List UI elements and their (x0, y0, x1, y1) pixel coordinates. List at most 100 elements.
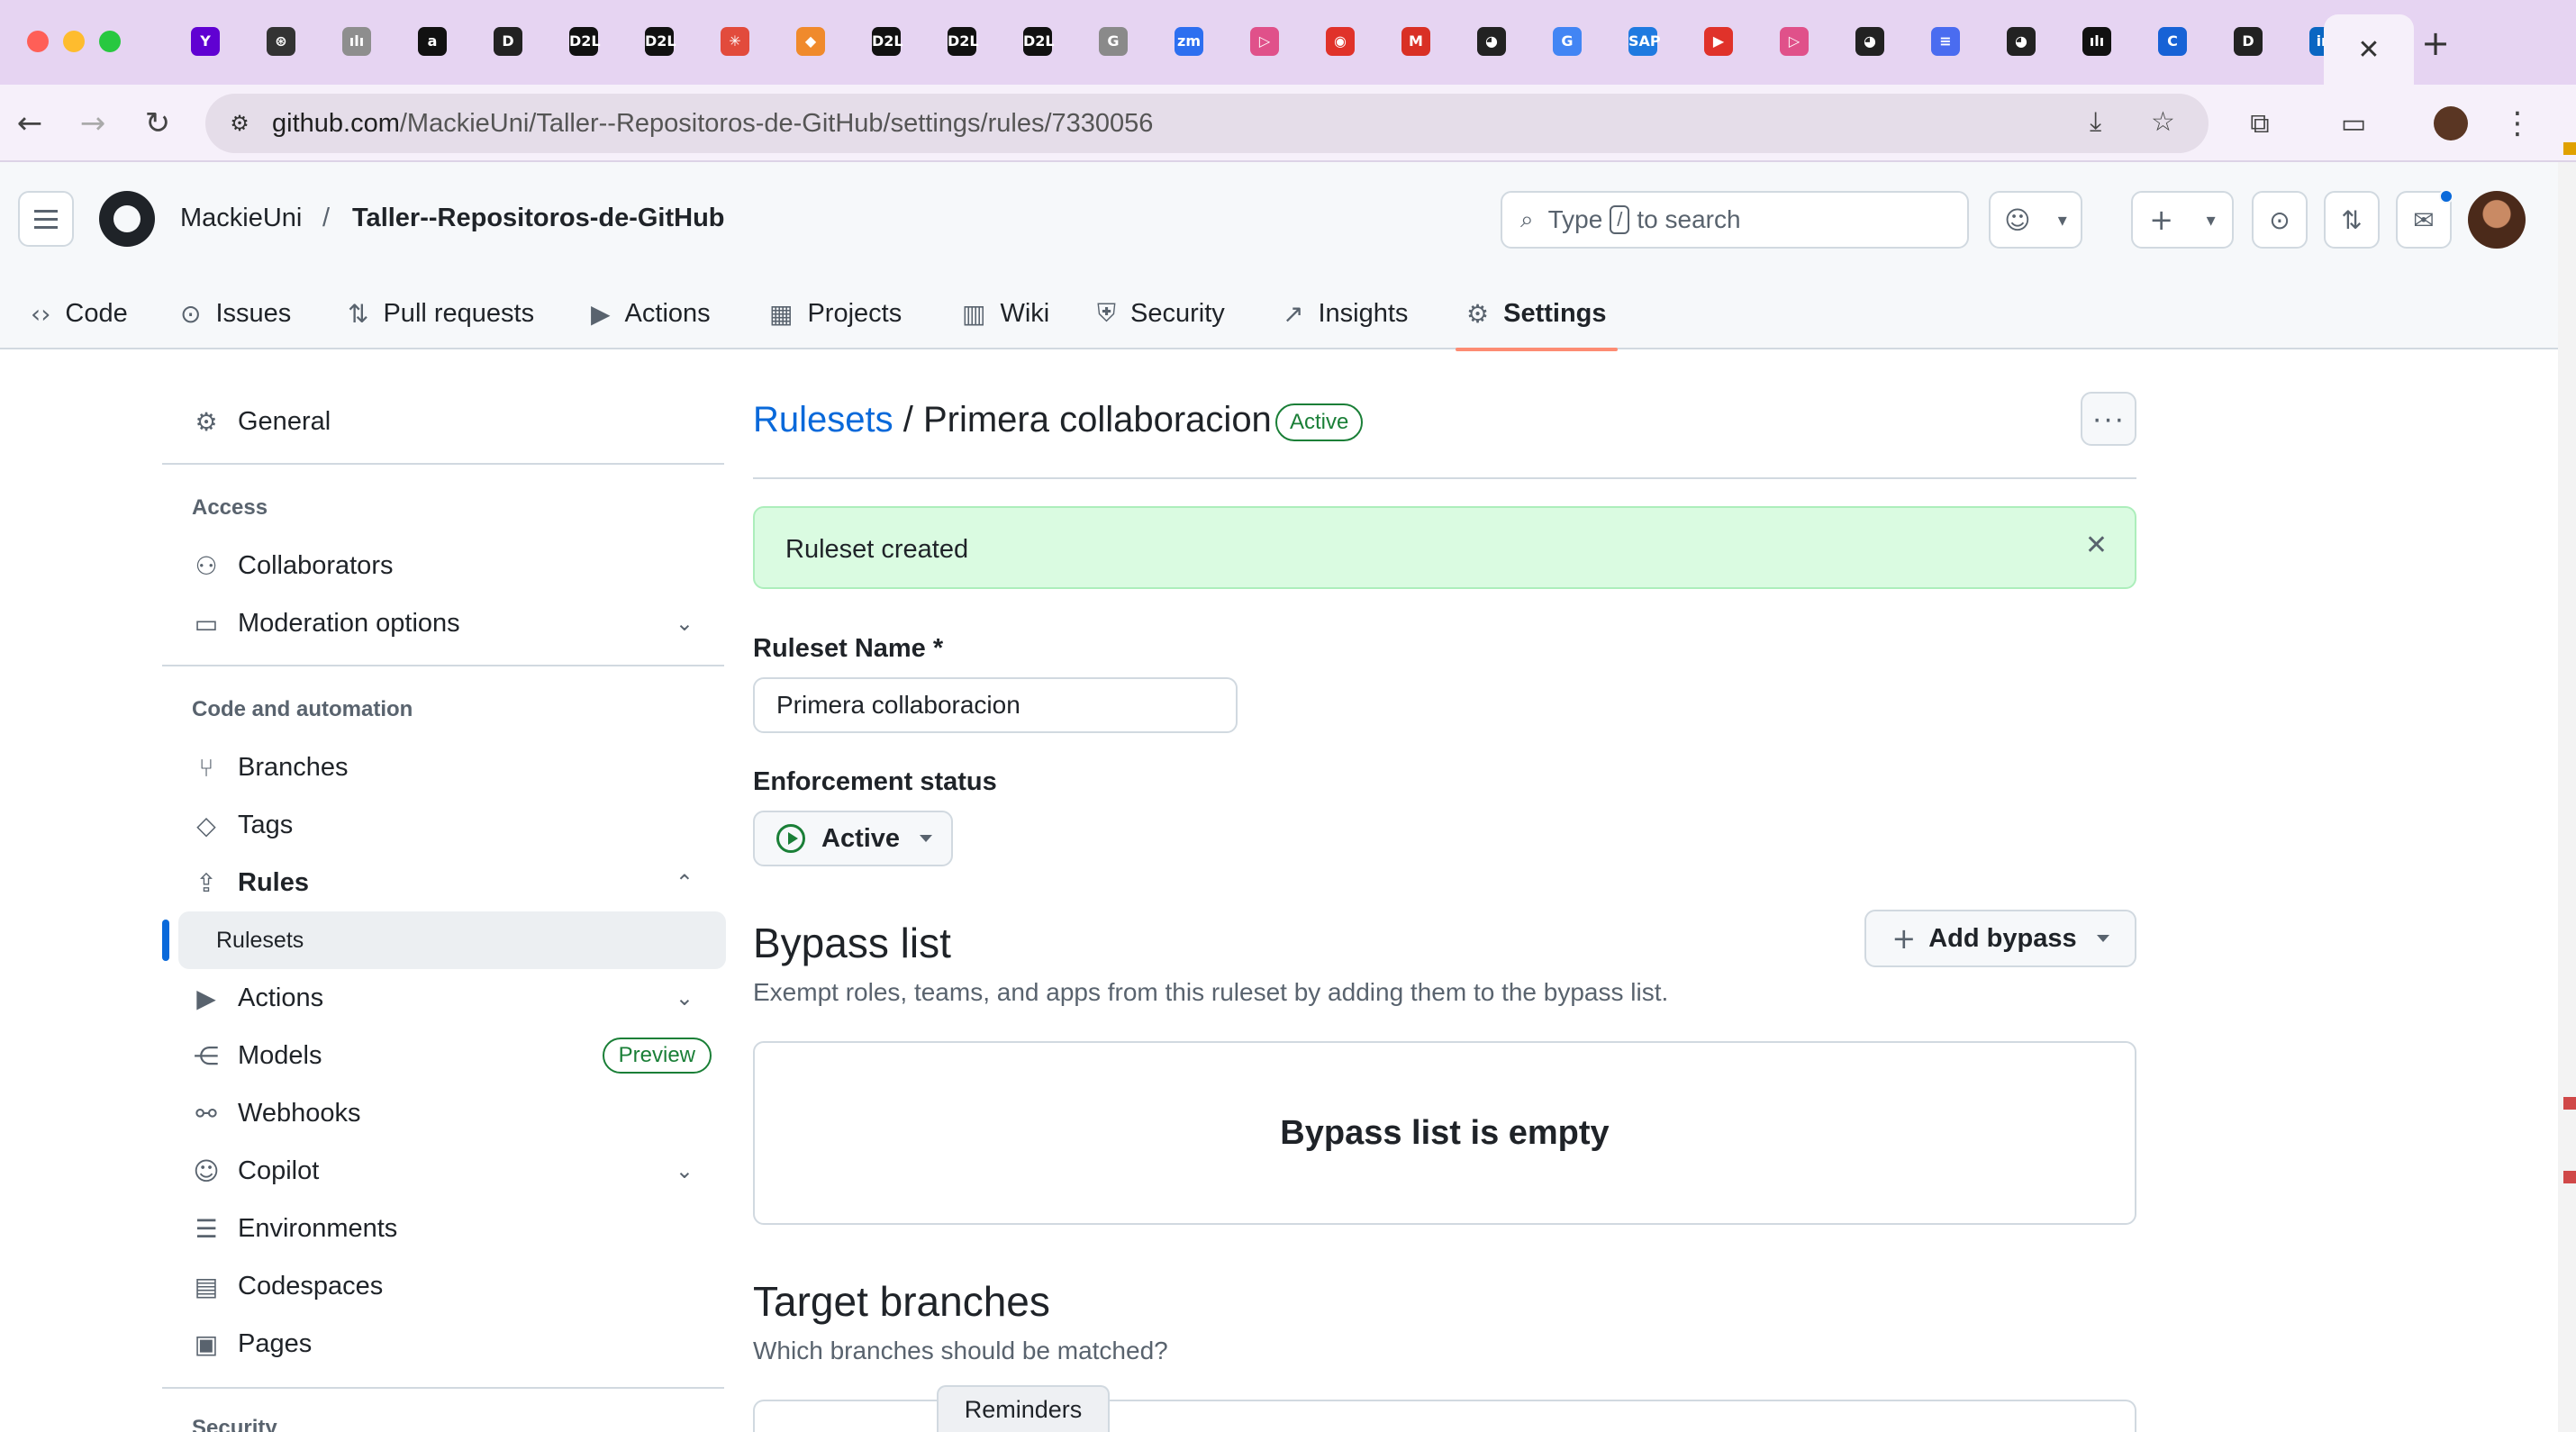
sidebar-item-rulesets[interactable]: Rulesets (178, 911, 726, 969)
tab-settings[interactable]: ⚙ Settings (1456, 277, 1617, 351)
repo-owner-link[interactable]: MackieUni (180, 204, 302, 233)
browser-tab[interactable]: D2L (621, 20, 697, 63)
browser-tab[interactable]: ◕ (1832, 20, 1908, 63)
sidebar-item-actions[interactable]: ▶ Actions ⌄ (162, 971, 724, 1025)
browser-tab[interactable]: C (2135, 20, 2210, 63)
browser-tab[interactable]: ılı (319, 20, 395, 63)
sap-icon: SAP (1628, 27, 1661, 56)
sidebar-item-copilot[interactable]: ☺ Copilot ⌄ (162, 1144, 724, 1198)
browser-tab[interactable]: D2L (1000, 20, 1075, 63)
issues-icon-button[interactable]: ⊙ (2252, 191, 2308, 249)
browser-tab[interactable]: zm (1151, 20, 1227, 63)
tab-code[interactable]: ‹› Code (31, 277, 128, 349)
profile-avatar[interactable] (2428, 101, 2473, 146)
tab-insights[interactable]: ↗ Insights (1283, 277, 1408, 349)
address-bar[interactable]: ⚙ github.com/MackieUni/Taller--Repositor… (205, 94, 2209, 153)
minimize-window-button[interactable] (63, 31, 85, 52)
hamburger-menu-button[interactable] (18, 191, 74, 247)
user-avatar[interactable] (2468, 191, 2526, 249)
browser-tab[interactable]: D2L (924, 20, 1000, 63)
sidebar-item-models[interactable]: ⋲ Models Preview (162, 1029, 724, 1083)
browser-menu-icon[interactable]: ⋮ (2495, 101, 2540, 146)
bookmark-star-icon[interactable]: ☆ (2151, 106, 2175, 138)
pull-requests-icon-button[interactable]: ⇅ (2324, 191, 2380, 249)
browser-tab[interactable]: M (1378, 20, 1454, 63)
close-tab-icon[interactable]: ✕ (2357, 34, 2380, 66)
sidebar-item-webhooks[interactable]: ⚯ Webhooks (162, 1086, 724, 1140)
browser-tab[interactable]: ◆ (773, 20, 848, 63)
search-input[interactable]: ⌕ Type / to search (1501, 191, 1969, 249)
extensions-icon[interactable]: ⧉ (2237, 101, 2282, 146)
add-bypass-button[interactable]: + Add bypass (1864, 910, 2136, 967)
browser-tab[interactable]: D2L (848, 20, 924, 63)
url-path: /MackieUni/Taller--Repositoros-de-GitHub… (399, 109, 1154, 138)
title-divider (753, 477, 2136, 479)
tab-projects[interactable]: ▦ Projects (769, 277, 902, 349)
sidebar-item-pages[interactable]: ▣ Pages (162, 1317, 724, 1371)
browser-tab[interactable]: ▷ (1756, 20, 1832, 63)
browser-tab[interactable]: ılı (2059, 20, 2135, 63)
repo-name-link[interactable]: Taller--Repositoros-de-GitHub (352, 204, 725, 233)
page-scrollbar[interactable] (2558, 162, 2576, 1432)
sidebar-item-environments[interactable]: ☰ Environments (162, 1201, 724, 1255)
back-button[interactable]: ← (7, 101, 52, 146)
browser-tab[interactable]: D2L (546, 20, 621, 63)
tab-wiki[interactable]: ▥ Wiki (962, 277, 1049, 349)
active-item-marker (162, 920, 169, 961)
tag-icon: ◇ (196, 810, 216, 840)
browser-tab[interactable]: SAP (1605, 20, 1681, 63)
gmail-icon: M (1401, 27, 1430, 56)
browser-tab[interactable]: ⊛ (243, 20, 319, 63)
close-icon[interactable]: ✕ (2085, 530, 2108, 561)
maximize-window-button[interactable] (99, 31, 121, 52)
tab-issues[interactable]: ⊙ Issues (180, 277, 291, 349)
browser-tab[interactable]: ◕ (1454, 20, 1529, 63)
url-text[interactable]: github.com/MackieUni/Taller--Repositoros… (272, 109, 1153, 139)
close-window-button[interactable] (27, 31, 49, 52)
enforcement-status-dropdown[interactable]: Active (753, 811, 953, 866)
tab-label: Wiki (1000, 298, 1050, 328)
sidebar-item-branches[interactable]: ⑂ Branches (162, 740, 724, 794)
sidebar-item-general[interactable]: ⚙ General (162, 394, 724, 449)
sidebar-item-label: General (238, 406, 331, 436)
play-circle-icon: ▶ (591, 298, 611, 329)
page-title: Rulesets / Primera collaboracion (753, 400, 1272, 440)
browser-tab[interactable]: ≡ (1908, 20, 1983, 63)
create-new-button[interactable]: + ▾ (2131, 191, 2234, 249)
browser-tab[interactable]: ▶ (1681, 20, 1756, 63)
sidebar-item-tags[interactable]: ◇ Tags (162, 798, 724, 852)
browser-tab[interactable]: a (395, 20, 470, 63)
browser-tab[interactable]: D (470, 20, 546, 63)
more-options-button[interactable]: ··· (2081, 392, 2136, 446)
browser-tab[interactable]: ◕ (1983, 20, 2059, 63)
browser-tab[interactable]: G (1075, 20, 1151, 63)
tab-pull-requests[interactable]: ⇅ Pull requests (348, 277, 534, 349)
sidebar-divider (162, 463, 724, 465)
browser-tab[interactable]: ▷ (1227, 20, 1302, 63)
active-tab[interactable]: ✕ (2324, 14, 2414, 85)
reminders-tab[interactable]: Reminders (937, 1385, 1110, 1432)
tab-search-icon[interactable]: ▭ (2331, 101, 2376, 146)
tab-actions[interactable]: ▶ Actions (591, 277, 711, 349)
rulesets-breadcrumb-link[interactable]: Rulesets (753, 400, 893, 440)
sidebar-item-rules[interactable]: ⇪ Rules ⌃ (162, 856, 724, 910)
forward-button[interactable]: → (70, 101, 115, 146)
sidebar-item-moderation-options[interactable]: ▭ Moderation options ⌄ (162, 596, 724, 650)
browser-tab[interactable]: ✳ (697, 20, 773, 63)
reload-button[interactable]: ↻ (135, 101, 180, 146)
scrollbar-marker (2563, 1097, 2576, 1110)
browser-tab[interactable]: G (1529, 20, 1605, 63)
status-badge: Active (1275, 403, 1364, 441)
github-logo-icon[interactable] (99, 191, 155, 247)
ruleset-name-input[interactable] (753, 677, 1238, 733)
site-settings-icon[interactable]: ⚙ (222, 105, 258, 141)
sidebar-item-collaborators[interactable]: ⚇ Collaborators (162, 539, 724, 593)
sidebar-item-codespaces[interactable]: ▤ Codespaces (162, 1259, 724, 1313)
browser-tab[interactable]: D (2210, 20, 2286, 63)
install-app-icon[interactable]: ⤓ (2090, 106, 2101, 138)
tab-security[interactable]: ⛨ Security (1097, 277, 1225, 349)
copilot-button[interactable]: ☺ ▾ (1989, 191, 2082, 249)
browser-tab[interactable]: ◉ (1302, 20, 1378, 63)
new-tab-button[interactable]: + (2414, 22, 2457, 65)
browser-tab[interactable]: Y (168, 20, 243, 63)
